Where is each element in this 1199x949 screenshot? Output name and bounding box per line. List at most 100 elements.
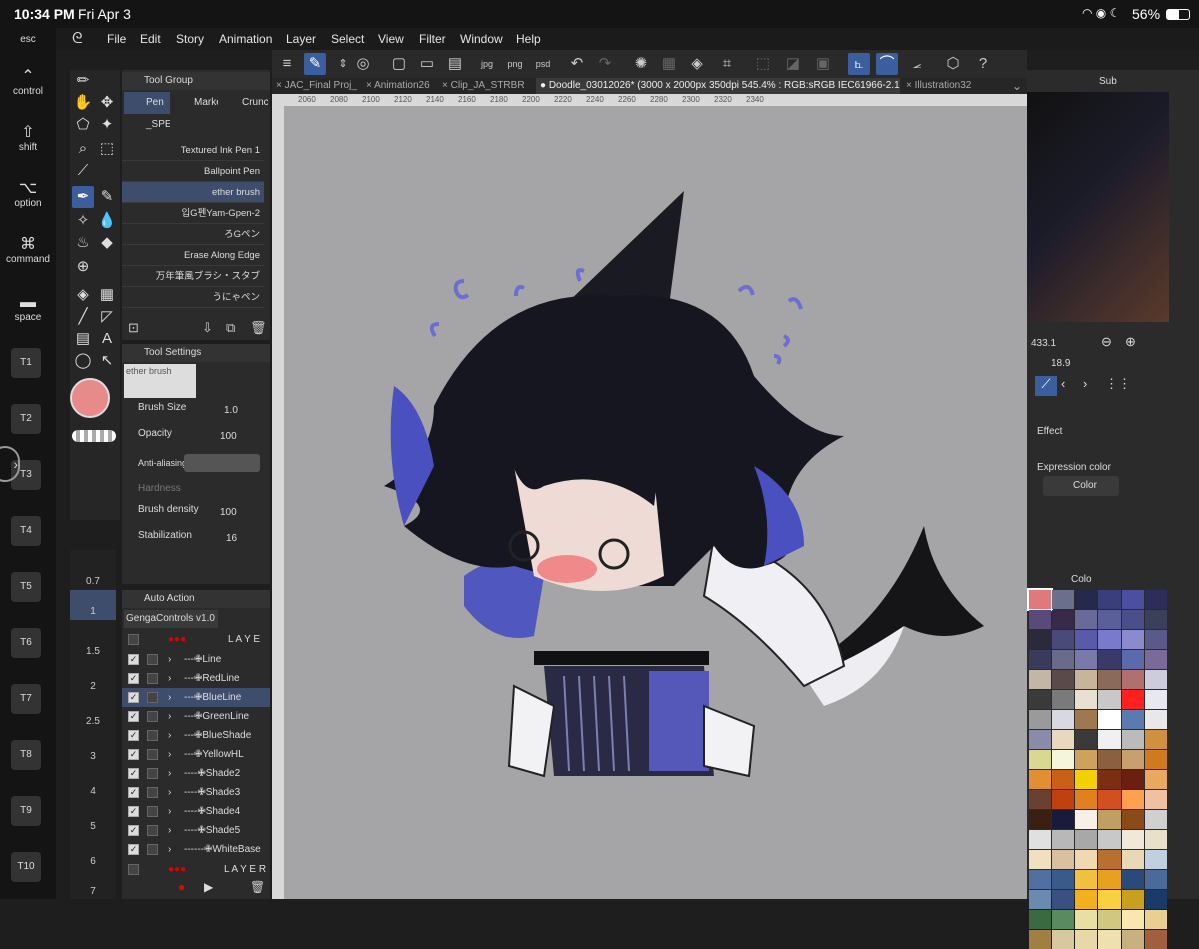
clear-icon[interactable]: ▦ — [658, 53, 680, 75]
color-swatch[interactable] — [1098, 610, 1121, 629]
size-option[interactable]: 7 — [70, 886, 116, 897]
action-item[interactable]: ✓ › ---✙Line — [122, 650, 270, 669]
key-space[interactable]: ▬ space — [3, 294, 53, 323]
color-swatch[interactable] — [1098, 630, 1121, 649]
curve-ruler-icon[interactable]: ⌒ — [876, 53, 898, 75]
zoom-icon[interactable]: ⌕ — [72, 138, 94, 160]
color-swatch[interactable] — [1121, 830, 1144, 849]
help-icon[interactable]: ? — [972, 53, 994, 75]
color-swatch[interactable] — [1075, 610, 1098, 629]
zoom-in-icon[interactable]: ⊕ — [1125, 334, 1136, 350]
key-t8[interactable]: T8 — [11, 740, 41, 770]
color-swatch[interactable] — [1144, 790, 1167, 809]
action-item[interactable]: ✓ › ----✙Shade2 — [122, 764, 270, 783]
color-swatch[interactable] — [1144, 750, 1167, 769]
sub-eyedropper-icon[interactable]: ⟋ — [1035, 376, 1057, 396]
key-t9[interactable]: T9 — [11, 796, 41, 826]
key-t10[interactable]: T10 — [11, 852, 41, 882]
color-swatch[interactable] — [1029, 910, 1052, 929]
color-swatch[interactable] — [1052, 790, 1075, 809]
tabs-more-icon[interactable]: ⌄ — [1008, 78, 1024, 94]
color-swatch[interactable] — [1052, 810, 1075, 829]
color-swatch[interactable] — [1121, 670, 1144, 689]
save-icon[interactable]: ▤ — [444, 53, 466, 75]
menu-file[interactable]: File — [107, 32, 126, 46]
color-swatch[interactable] — [1029, 710, 1052, 729]
hand-icon[interactable]: ✋ — [72, 92, 94, 114]
tab-doc-2[interactable]: × Animation26 — [362, 78, 436, 94]
airbrush-icon[interactable]: ✧ — [72, 210, 94, 232]
grid-icon[interactable]: ⋮⋮ — [1105, 376, 1131, 392]
size-option[interactable]: 6 — [70, 856, 116, 867]
color-swatch[interactable] — [1052, 730, 1075, 749]
color-swatch[interactable] — [1052, 930, 1075, 949]
size-option[interactable]: 5 — [70, 821, 116, 832]
color-swatch[interactable] — [1098, 670, 1121, 689]
color-swatch[interactable] — [1029, 630, 1052, 649]
menu-filter[interactable]: Filter — [419, 32, 446, 46]
tab-pen[interactable]: Pen — [124, 92, 170, 114]
side-handle-icon[interactable]: › — [0, 446, 20, 482]
color-swatch[interactable] — [1121, 870, 1144, 889]
color-swatch[interactable] — [1029, 690, 1052, 709]
redo-icon[interactable]: ↷ — [594, 53, 616, 75]
color-swatch[interactable] — [1029, 930, 1052, 949]
color-swatch[interactable] — [1144, 890, 1167, 909]
color-swatch[interactable] — [1098, 690, 1121, 709]
correct-line-icon[interactable]: ↖ — [96, 350, 118, 372]
duplicate-icon[interactable]: ⧉ — [226, 320, 235, 336]
color-swatch[interactable] — [1052, 850, 1075, 869]
key-t4[interactable]: T4 — [11, 516, 41, 546]
color-swatch[interactable] — [1098, 710, 1121, 729]
tab-doc-active[interactable]: ● Doodle_03012026* (3000 x 2000px 350dpi… — [536, 78, 900, 94]
color-swatch[interactable] — [1121, 890, 1144, 909]
color-swatch[interactable] — [1098, 650, 1121, 669]
action-trash-icon[interactable]: 🗑 — [250, 880, 265, 894]
key-t1[interactable]: T1 — [11, 348, 41, 378]
brush-item[interactable]: Ballpoint Pen — [122, 161, 264, 182]
drawing-canvas[interactable] — [284, 106, 1027, 899]
action-item-selected[interactable]: ✓ › ---✙BlueLine — [122, 688, 270, 707]
color-swatch[interactable] — [1121, 930, 1144, 949]
color-swatch[interactable] — [1098, 770, 1121, 789]
color-swatch[interactable] — [1075, 910, 1098, 929]
color-swatch[interactable] — [1075, 830, 1098, 849]
stabilization-row[interactable]: Stabilization 16 — [122, 528, 270, 552]
color-swatch[interactable] — [1121, 710, 1144, 729]
key-esc[interactable]: esc — [3, 34, 53, 45]
color-swatch[interactable] — [1144, 710, 1167, 729]
trash-icon[interactable]: 🗑 — [250, 320, 267, 336]
color-swatch[interactable] — [1098, 730, 1121, 749]
open-file-icon[interactable]: ▭ — [416, 53, 438, 75]
pen-tool-icon[interactable]: ✒ — [72, 186, 94, 208]
color-swatch[interactable] — [1075, 630, 1098, 649]
color-swatch[interactable] — [1121, 630, 1144, 649]
brush-settings-icon[interactable]: ⊡ — [128, 320, 139, 336]
color-swatch[interactable] — [1144, 630, 1167, 649]
line-icon[interactable]: ╱ — [72, 306, 94, 328]
quick-access-icon[interactable]: ✎ — [304, 53, 326, 75]
color-swatch[interactable] — [1029, 770, 1052, 789]
color-swatch[interactable] — [1075, 810, 1098, 829]
tab-doc-3[interactable]: × Clip_JA_STRBR — [438, 78, 534, 94]
record-icon[interactable]: ● — [178, 880, 185, 894]
eyedropper-icon[interactable]: ⟋ — [72, 160, 94, 182]
color-swatch[interactable] — [1098, 890, 1121, 909]
color-swatch[interactable] — [1144, 850, 1167, 869]
color-swatch[interactable] — [1144, 770, 1167, 789]
color-swatch[interactable] — [1121, 690, 1144, 709]
color-swatch[interactable] — [1121, 610, 1144, 629]
color-swatch[interactable] — [1052, 610, 1075, 629]
key-t2[interactable]: T2 — [11, 404, 41, 434]
color-swatch[interactable] — [1052, 870, 1075, 889]
anti-aliasing-row[interactable]: Anti-aliasing — [122, 452, 270, 476]
color-swatch[interactable] — [1144, 730, 1167, 749]
blend-icon[interactable]: 💧 — [96, 210, 118, 232]
tab-doc-1[interactable]: × JAC_Final Proj_ — [272, 78, 360, 94]
object-icon[interactable]: ⬠ — [72, 114, 94, 136]
key-command[interactable]: ⌘ command — [3, 236, 53, 265]
tab-marker[interactable]: Marke — [172, 92, 218, 114]
size-option[interactable]: 4 — [70, 786, 116, 797]
color-swatch[interactable] — [1052, 650, 1075, 669]
color-swatch[interactable] — [1075, 870, 1098, 889]
